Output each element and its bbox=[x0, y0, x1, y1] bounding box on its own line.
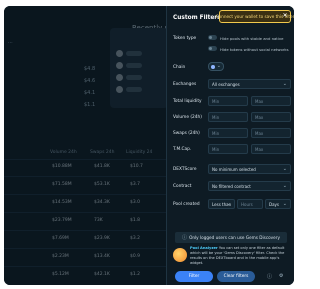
chain-label: Chain bbox=[173, 65, 186, 70]
app-window: ... $4.8 $4.6 $4.1 $1.1 Recently u bbox=[4, 6, 294, 285]
swaps-min-input[interactable]: Min bbox=[208, 128, 248, 138]
dextscore-select[interactable]: No minimum selected ⌄ bbox=[208, 164, 291, 174]
login-notice: ⓘ Only logged users can use Gems Discove… bbox=[175, 232, 287, 243]
swaps-max-input[interactable]: Max bbox=[251, 128, 291, 138]
hide-stable-native-toggle[interactable] bbox=[208, 35, 217, 40]
chevron-down-icon: ⌄ bbox=[282, 166, 287, 172]
panel-title: Custom Filters bbox=[173, 15, 221, 21]
pool-created-label: Pool created bbox=[173, 202, 200, 207]
swaps-label: Swaps (24h) bbox=[173, 131, 200, 136]
filter-button[interactable]: Filter bbox=[175, 271, 213, 282]
total-liquidity-min-input[interactable]: Min bbox=[208, 96, 248, 106]
volume-label: Volume (24h) bbox=[173, 115, 202, 120]
market-cap-min-input[interactable]: Min bbox=[208, 144, 248, 154]
market-cap-max-input[interactable]: Max bbox=[251, 144, 291, 154]
token-type-label: Token type bbox=[173, 36, 197, 41]
pool-created-unit-select[interactable]: Days ⌄ bbox=[265, 199, 291, 209]
settings-icon[interactable]: ⚙ bbox=[279, 273, 283, 279]
panel-footer: Filter Clear filters ⓘ ⚙ bbox=[167, 268, 294, 285]
gem-icon bbox=[173, 248, 187, 262]
chain-select[interactable]: ⌄ bbox=[208, 62, 224, 71]
dextscore-label: DEXTScore bbox=[173, 167, 197, 172]
total-liquidity-label: Total liquidity bbox=[173, 99, 202, 104]
hide-stable-native-label: Hide pools with stable and native bbox=[220, 36, 284, 41]
chevron-down-icon: ⌄ bbox=[282, 183, 287, 189]
hide-no-social-label: Hide tokens without social networks bbox=[220, 47, 289, 52]
gems-discovery-info: Pool Analyzer You can set only one filte… bbox=[173, 246, 291, 266]
exchanges-select[interactable]: All exchanges ⌄ bbox=[208, 79, 291, 89]
clear-filters-button[interactable]: Clear filters bbox=[217, 271, 255, 282]
contract-label: Contract bbox=[173, 184, 192, 189]
contract-select[interactable]: No filtered contract ⌄ bbox=[208, 181, 291, 191]
volume-max-input[interactable]: Max bbox=[251, 112, 291, 122]
chevron-down-icon: ⌄ bbox=[282, 81, 287, 87]
pool-created-operator-select[interactable]: Less than ⌄ bbox=[208, 199, 235, 209]
info-icon: ⓘ bbox=[182, 235, 188, 241]
market-cap-label: T.M.Cap. bbox=[173, 147, 192, 152]
total-liquidity-max-input[interactable]: Max bbox=[251, 96, 291, 106]
volume-min-input[interactable]: Min bbox=[208, 112, 248, 122]
chevron-down-icon: ⌄ bbox=[282, 201, 287, 207]
exchanges-label: Exchanges bbox=[173, 82, 197, 87]
close-icon[interactable]: ✕ bbox=[281, 12, 289, 20]
info-icon[interactable]: ⓘ bbox=[267, 273, 272, 280]
pool-created-hours-input[interactable]: Hours bbox=[237, 199, 263, 209]
chevron-down-icon: ⌄ bbox=[216, 63, 221, 69]
hide-no-social-toggle[interactable] bbox=[208, 46, 217, 51]
chevron-down-icon: ⌄ bbox=[226, 201, 231, 207]
custom-filters-panel: Custom Filters Connect your wallet to sa… bbox=[166, 6, 294, 285]
chain-icon bbox=[211, 65, 215, 69]
